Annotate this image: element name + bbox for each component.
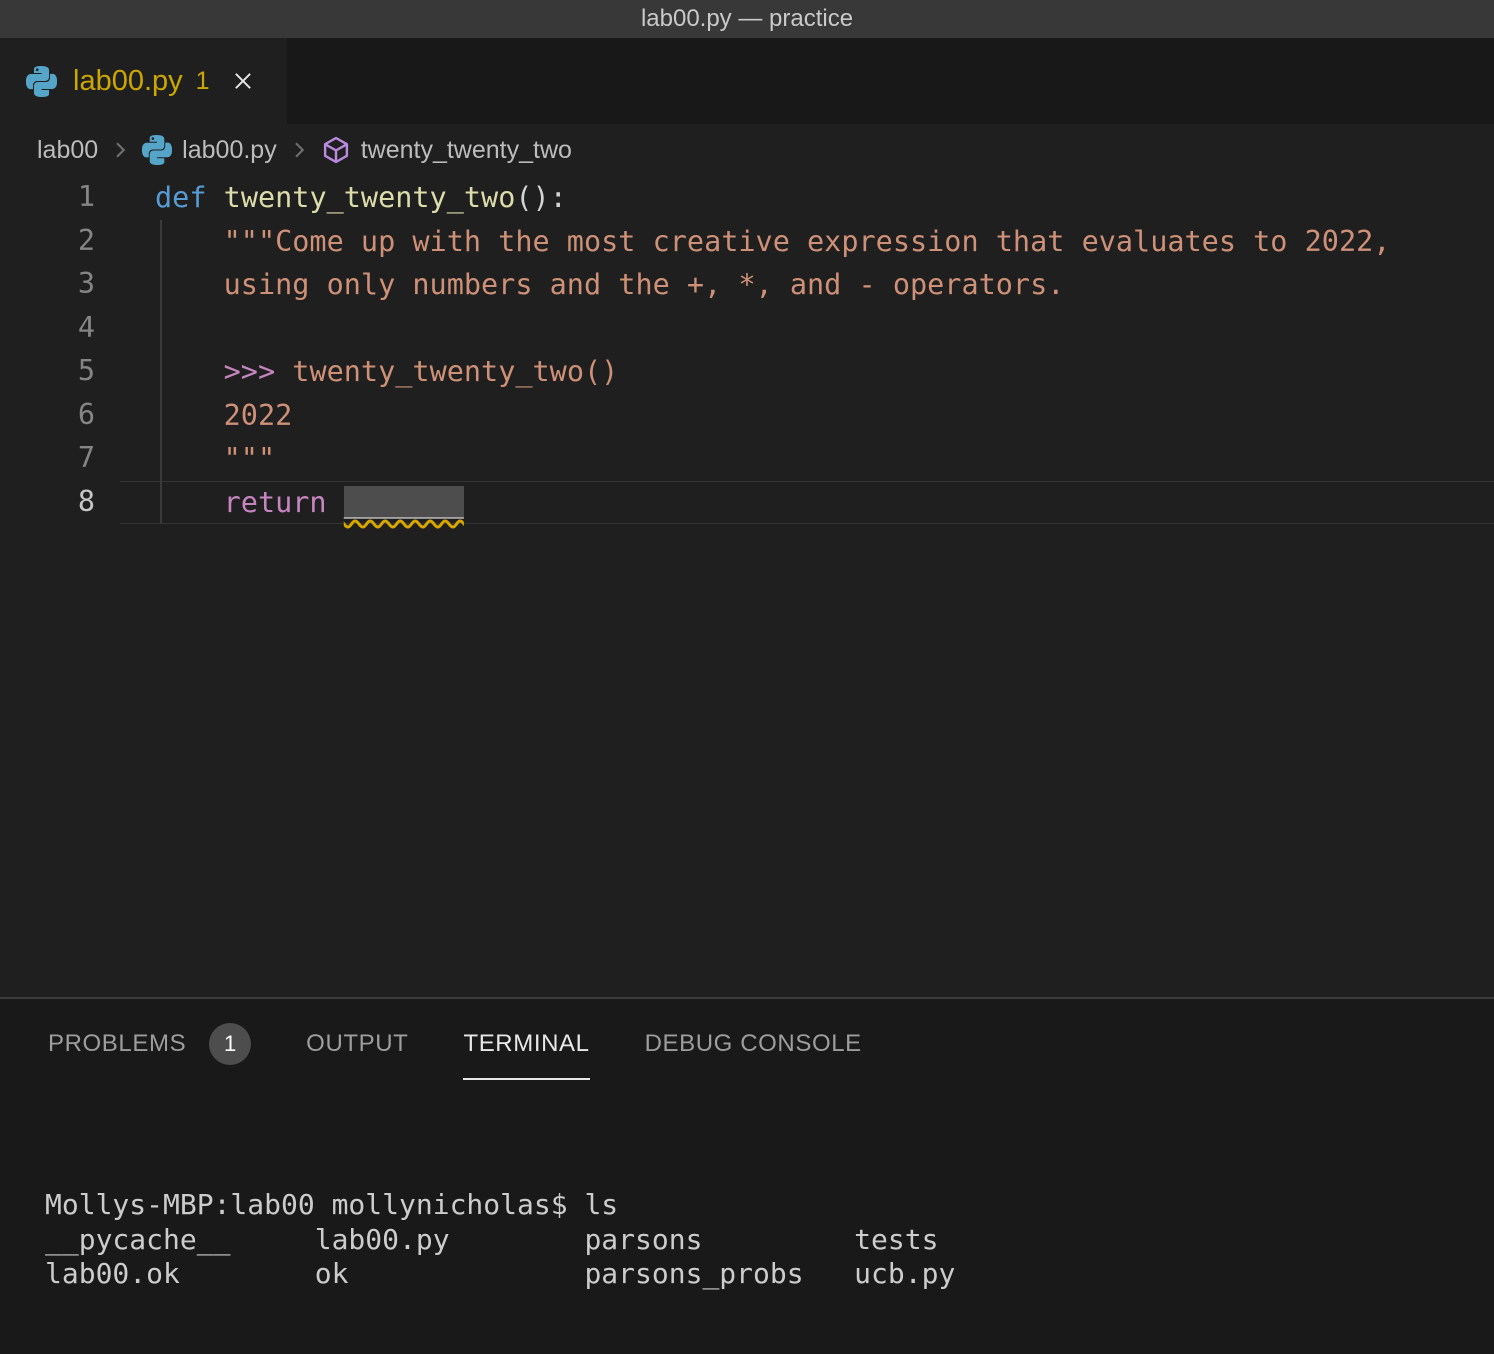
panel-tab-label: TERMINAL (463, 1030, 589, 1058)
code-line-6[interactable]: 6 2022 (0, 394, 1494, 438)
code-text: >>> twenty_twenty_two() (120, 350, 1494, 394)
window-title: lab00.py — practice (641, 5, 853, 33)
code-line-3[interactable]: 3 using only numbers and the +, *, and -… (0, 263, 1494, 307)
terminal-line: __pycache__ lab00.py parsons tests (45, 1223, 1494, 1258)
line-number: 5 (0, 350, 120, 394)
line-number: 6 (0, 394, 120, 438)
code-line-1[interactable]: 1def twenty_twenty_two(): (0, 176, 1494, 220)
chevron-right-icon (108, 138, 132, 162)
terminal-line: lab00.ok ok parsons_probs ucb.py (45, 1257, 1494, 1292)
code-text: """ (120, 437, 1494, 481)
panel-tab-bar: PROBLEMS 1 OUTPUT TERMINAL DEBUG CONSOLE (0, 999, 1494, 1089)
code-line-8[interactable]: 8 return _______ (0, 481, 1494, 525)
line-number: 8 (0, 481, 120, 525)
breadcrumb-folder-label: lab00 (37, 136, 98, 165)
breadcrumb-file[interactable]: lab00.py (142, 135, 277, 165)
code-lines: 1def twenty_twenty_two():2 """Come up wi… (0, 176, 1494, 524)
terminal[interactable]: Mollys-MBP:lab00 mollynicholas$ ls__pyca… (0, 1089, 1494, 1354)
panel-tab-terminal[interactable]: TERMINAL (463, 1030, 589, 1058)
editor-tab-bar: lab00.py 1 (0, 38, 1494, 124)
code-line-5[interactable]: 5 >>> twenty_twenty_two() (0, 350, 1494, 394)
close-icon[interactable] (230, 68, 257, 95)
line-number: 1 (0, 176, 120, 220)
chevron-right-icon (287, 138, 311, 162)
code-line-7[interactable]: 7 """ (0, 437, 1494, 481)
panel-tab-label: PROBLEMS (48, 1030, 186, 1058)
blank-placeholder: _______ (344, 486, 464, 519)
code-text: def twenty_twenty_two(): (120, 176, 1494, 220)
line-number: 3 (0, 263, 120, 307)
tab-lab00-py[interactable]: lab00.py 1 (0, 38, 287, 124)
code-text: return _______ (120, 481, 1494, 525)
panel-tab-problems[interactable]: PROBLEMS 1 (48, 1023, 251, 1065)
bottom-panel: PROBLEMS 1 OUTPUT TERMINAL DEBUG CONSOLE Mol… (0, 997, 1494, 1354)
breadcrumb-file-label: lab00.py (182, 136, 277, 165)
breadcrumb-symbol[interactable]: twenty_twenty_two (321, 135, 572, 165)
terminal-line: Mollys-MBP:lab00 mollynicholas$ ls (45, 1188, 1494, 1223)
code-editor[interactable]: 1def twenty_twenty_two():2 """Come up wi… (0, 176, 1494, 997)
window-titlebar: lab00.py — practice (0, 0, 1494, 38)
line-number: 4 (0, 307, 120, 351)
code-line-4[interactable]: 4 (0, 307, 1494, 351)
python-icon (26, 66, 57, 97)
code-text: """Come up with the most creative expres… (120, 220, 1494, 264)
code-text: 2022 (120, 394, 1494, 438)
terminal-output: Mollys-MBP:lab00 mollynicholas$ ls__pyca… (45, 1188, 1494, 1292)
panel-tab-debug-console[interactable]: DEBUG CONSOLE (645, 1030, 862, 1058)
code-line-2[interactable]: 2 """Come up with the most creative expr… (0, 220, 1494, 264)
panel-tab-label: OUTPUT (306, 1030, 408, 1058)
tab-filename: lab00.py (73, 65, 183, 98)
breadcrumb-folder[interactable]: lab00 (37, 136, 98, 165)
problems-count-badge: 1 (209, 1023, 251, 1065)
line-number: 7 (0, 437, 120, 481)
tab-problem-count: 1 (196, 67, 210, 96)
code-text (120, 307, 1494, 351)
line-number: 2 (0, 220, 120, 264)
symbol-method-cube-icon (321, 135, 351, 165)
indent-guide (160, 220, 162, 525)
breadcrumb-symbol-label: twenty_twenty_two (361, 136, 572, 165)
code-text: using only numbers and the +, *, and - o… (120, 263, 1494, 307)
breadcrumb: lab00 lab00.py twenty_twenty_two (0, 124, 1494, 176)
python-icon (142, 135, 172, 165)
panel-tab-output[interactable]: OUTPUT (306, 1030, 408, 1058)
panel-tab-label: DEBUG CONSOLE (645, 1030, 862, 1058)
